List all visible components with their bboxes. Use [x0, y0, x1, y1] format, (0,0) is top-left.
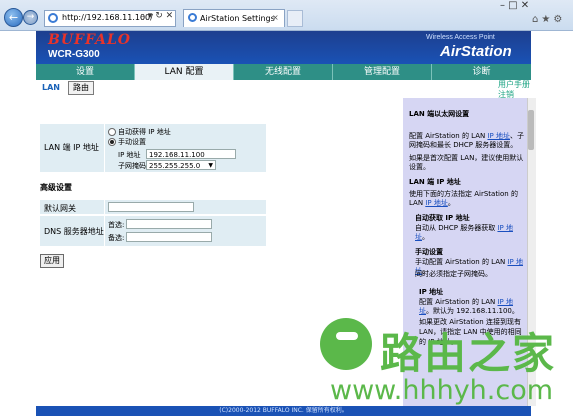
- new-tab-button[interactable]: [287, 10, 303, 27]
- divider: [104, 200, 105, 214]
- help-paragraph-5: 配置 AirStation 的 LAN IP 地址。默认为 192.168.11…: [419, 298, 519, 315]
- subnet-mask-value: 255.255.255.0: [149, 162, 201, 170]
- browser-tab[interactable]: AirStation Settings ×: [183, 9, 285, 27]
- ip-address-input[interactable]: 192.168.11.100: [146, 149, 236, 159]
- buffalo-logo: BUFFALO: [48, 32, 132, 48]
- help-paragraph-3: 自动从 DHCP 服务器获取 IP 地址。: [415, 224, 513, 241]
- window-controls[interactable]: – □ ✕: [500, 0, 529, 11]
- ip-address-link[interactable]: IP 地址: [425, 199, 448, 207]
- divider: [104, 216, 105, 246]
- dns-secondary-input[interactable]: [126, 232, 212, 242]
- forward-button[interactable]: →: [23, 10, 38, 25]
- help-title: LAN 端以太网设置: [409, 110, 470, 118]
- help-paragraph-4b: 同时必须指定子网掩码。: [415, 270, 492, 278]
- watermark-url: www.hhhyh.com: [330, 375, 554, 406]
- help-section-ip: IP 地址: [419, 288, 444, 296]
- manual-logout-links: 用户手册 注销: [498, 80, 530, 100]
- dns-row: DNS 服务器地址 首选: 备选:: [40, 216, 266, 246]
- scrollbar-thumb[interactable]: [528, 110, 534, 150]
- footer-copyright: (C)2000-2012 BUFFALO INC. 保留所有权利。: [36, 406, 531, 416]
- help-section-auto: 自动获取 IP 地址: [415, 214, 470, 222]
- ip-address-label: IP 地址: [118, 151, 141, 159]
- help-section-lan-ip: LAN 端 IP 地址: [409, 178, 461, 186]
- auto-ip-label: 自动获得 IP 地址: [118, 128, 171, 136]
- watermark-text: 路由之家: [380, 329, 557, 378]
- divider: [104, 124, 105, 172]
- dns-primary-label: 首选:: [108, 221, 125, 229]
- sub-nav: LAN 路由 用户手册 注销: [36, 80, 531, 100]
- model-name: WCR-G300: [48, 49, 100, 60]
- help-paragraph-2: 使用下面的方法指定 AirStation 的 LAN IP 地址。: [409, 190, 518, 207]
- tab-diagnostics[interactable]: 诊断: [432, 64, 531, 80]
- help-paragraph-1: 配置 AirStation 的 LAN IP 地址、子网掩码和最长 DHCP 服…: [409, 132, 524, 149]
- router-header: BUFFALO WCR-G300 Wireless Access Point A…: [36, 31, 531, 64]
- lan-ip-label: LAN 端 IP 地址: [44, 143, 99, 152]
- manual-label: 手动设置: [118, 138, 146, 146]
- subnav-lan[interactable]: LAN: [42, 83, 60, 92]
- home-favorites-tools-icons[interactable]: ⌂★⚙: [532, 14, 565, 25]
- chevron-down-icon: ▼: [208, 162, 213, 169]
- watermark-logo-icon: [320, 318, 372, 370]
- tab-admin-config[interactable]: 管理配置: [333, 64, 432, 80]
- ip-address-link[interactable]: IP 地址: [487, 132, 510, 140]
- tab-wireless-config[interactable]: 无线配置: [234, 64, 333, 80]
- subnav-route-button[interactable]: 路由: [68, 81, 94, 95]
- tab-close-icon[interactable]: ×: [272, 13, 279, 22]
- advanced-heading: 高级设置: [40, 183, 72, 192]
- back-button[interactable]: ←: [4, 8, 23, 27]
- address-actions[interactable]: ⌕ ▾ ↻ ✕: [140, 11, 173, 21]
- help-paragraph-1b: 如果是首次配置 LAN，建议使用默认设置。: [409, 154, 524, 171]
- header-subtitle: Wireless Access Point: [426, 34, 495, 41]
- dns-secondary-label: 备选:: [108, 234, 125, 242]
- gateway-row: 默认网关: [40, 200, 266, 214]
- gateway-label: 默认网关: [44, 204, 76, 213]
- airstation-brand: AirStation: [440, 43, 512, 60]
- dns-primary-input[interactable]: [126, 219, 212, 229]
- tab-title: AirStation Settings: [200, 14, 275, 23]
- tab-ie-icon: [188, 13, 197, 22]
- subnet-mask-select[interactable]: 255.255.255.0 ▼: [146, 160, 216, 170]
- gateway-input[interactable]: [108, 202, 194, 212]
- manual-radio[interactable]: [108, 138, 116, 146]
- browser-chrome: ← → http://192.168.11.100/ ⌕ ▾ ↻ ✕ AirSt…: [0, 0, 573, 31]
- dns-label: DNS 服务器地址: [44, 227, 104, 236]
- lan-ip-section: LAN 端 IP 地址 自动获得 IP 地址 手动设置 IP 地址 192.16…: [40, 124, 266, 172]
- subnet-mask-label: 子网掩码: [118, 162, 146, 170]
- tab-setup[interactable]: 设置: [36, 64, 135, 80]
- tab-lan-config[interactable]: LAN 配置: [135, 64, 234, 80]
- help-section-manual: 手动设置: [415, 248, 443, 256]
- ie-icon: [48, 13, 58, 23]
- apply-button[interactable]: 应用: [40, 254, 64, 268]
- user-manual-link[interactable]: 用户手册: [498, 80, 530, 90]
- auto-ip-radio[interactable]: [108, 128, 116, 136]
- main-nav: 设置 LAN 配置 无线配置 管理配置 诊断: [36, 64, 531, 80]
